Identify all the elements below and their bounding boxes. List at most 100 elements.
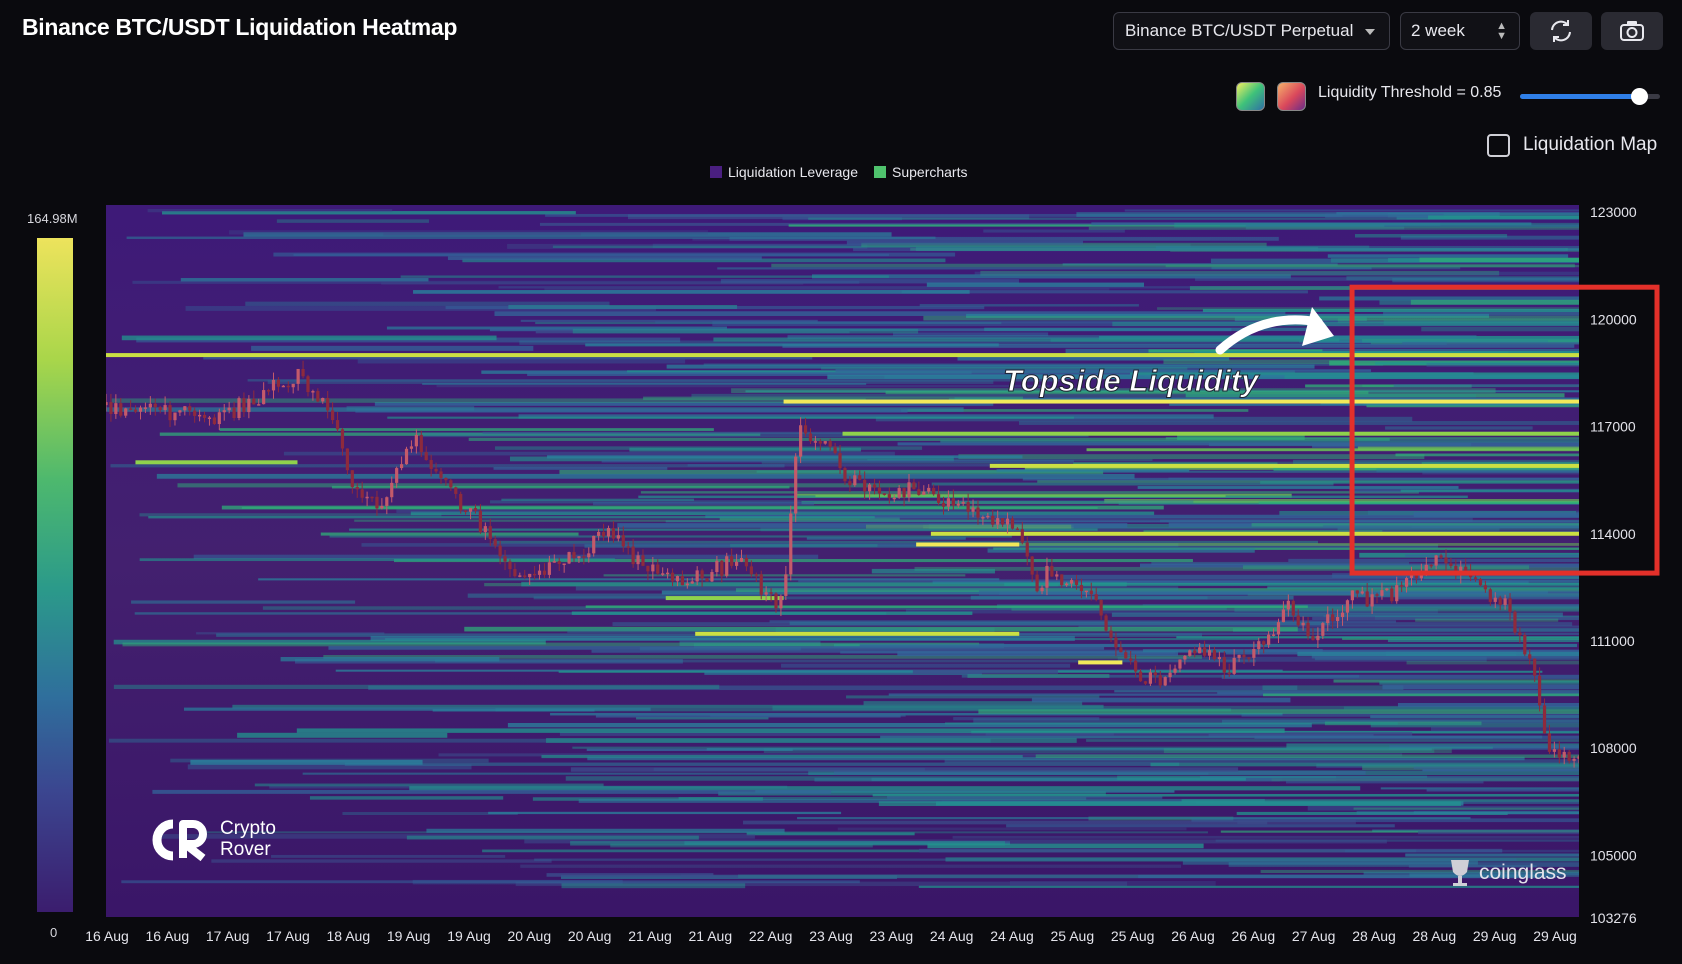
candle-body <box>1380 590 1384 596</box>
candle-body <box>168 405 172 421</box>
heat-band <box>640 491 1419 494</box>
candle-body <box>986 515 990 518</box>
candle-body <box>106 402 108 406</box>
candle-body <box>592 535 596 554</box>
heat-band <box>1385 426 1533 430</box>
candle-body <box>631 546 635 565</box>
candle-body <box>1537 675 1542 706</box>
heat-band <box>1356 811 1579 815</box>
x-tick-label: 24 Aug <box>930 928 974 944</box>
candle-body <box>1360 591 1364 594</box>
candle-body <box>1138 671 1143 682</box>
candle-body <box>843 468 847 482</box>
candle-body <box>281 385 285 388</box>
candle-body <box>1252 649 1256 658</box>
candle-body <box>1124 652 1128 659</box>
candle-body <box>1134 660 1138 672</box>
heat-band <box>445 305 985 310</box>
candle-body <box>848 481 852 486</box>
candle-body <box>1395 585 1399 602</box>
x-tick-label: 17 Aug <box>266 928 310 944</box>
heat-band <box>865 524 1072 529</box>
candle-body <box>1193 650 1197 654</box>
candle-body <box>321 397 325 402</box>
candle-body <box>429 460 433 469</box>
candle-body <box>695 570 699 582</box>
candle-body <box>1291 600 1295 616</box>
heat-band <box>254 783 604 787</box>
heat-band <box>413 290 970 294</box>
heat-band <box>837 827 1187 831</box>
heat-band <box>122 642 980 647</box>
candle-body <box>375 496 379 509</box>
candle-body <box>207 417 212 419</box>
candle-body <box>1212 650 1217 660</box>
candle-body <box>1439 555 1443 558</box>
candle-body <box>1385 588 1389 591</box>
heat-band <box>219 428 714 431</box>
candle-body <box>922 491 926 495</box>
candle-body <box>518 575 522 577</box>
y-tick-label: 120000 <box>1590 311 1637 327</box>
x-tick-label: 17 Aug <box>206 928 250 944</box>
heat-band <box>110 464 785 468</box>
candle-body <box>912 482 916 490</box>
heat-band <box>1430 726 1579 732</box>
candle-body <box>1567 751 1571 761</box>
candle-body <box>1488 589 1492 602</box>
liquidity-band <box>695 631 1020 636</box>
heat-band <box>1165 437 1579 440</box>
candle-body <box>892 497 896 500</box>
candle-body <box>311 391 315 393</box>
y-min-label: 103276 <box>1590 910 1637 926</box>
candle-body <box>266 390 271 392</box>
heat-band <box>643 396 1023 400</box>
candle-body <box>114 403 118 415</box>
candle-body <box>439 471 443 478</box>
heat-band <box>629 447 861 452</box>
candle-body <box>1483 585 1487 590</box>
candle-body <box>577 556 581 559</box>
candle-body <box>1084 590 1088 593</box>
candle-body <box>1188 650 1192 656</box>
candle-body <box>700 570 704 579</box>
candle-body <box>966 502 970 512</box>
heat-band <box>422 382 867 385</box>
candle-body <box>414 434 418 447</box>
candle-body <box>1060 574 1064 586</box>
heat-band <box>1400 489 1579 492</box>
heat-band <box>435 659 1256 663</box>
candle-body <box>129 408 133 410</box>
candle-body <box>1533 658 1537 676</box>
liquidity-band <box>783 399 1579 404</box>
candle-body <box>1158 675 1162 686</box>
candle-body <box>1562 751 1566 758</box>
candle-body <box>867 484 872 492</box>
heat-band <box>978 709 1579 714</box>
candle-body <box>237 398 241 419</box>
heat-band <box>1221 674 1579 679</box>
heat-band <box>1150 762 1579 767</box>
candle-body <box>247 398 251 413</box>
heat-band <box>387 416 1074 419</box>
heat-band <box>974 271 1579 276</box>
liquidity-band <box>842 431 1579 436</box>
candle-body <box>587 553 591 558</box>
heat-band <box>126 236 936 239</box>
candle-body <box>508 561 512 570</box>
heat-band <box>1405 554 1579 557</box>
candle-body <box>1331 614 1335 622</box>
candle-body <box>1276 622 1281 635</box>
candle-body <box>1030 556 1034 575</box>
candle-body <box>212 417 216 425</box>
heat-band <box>789 621 1330 626</box>
candle-body <box>646 565 650 572</box>
heat-band <box>1357 446 1579 450</box>
heat-band <box>872 794 1579 797</box>
x-tick-label: 21 Aug <box>689 928 733 944</box>
candle-body <box>1114 637 1118 648</box>
heat-band <box>432 709 595 712</box>
candle-body <box>1429 564 1433 567</box>
x-tick-label: 20 Aug <box>568 928 612 944</box>
heat-band <box>1254 735 1579 739</box>
